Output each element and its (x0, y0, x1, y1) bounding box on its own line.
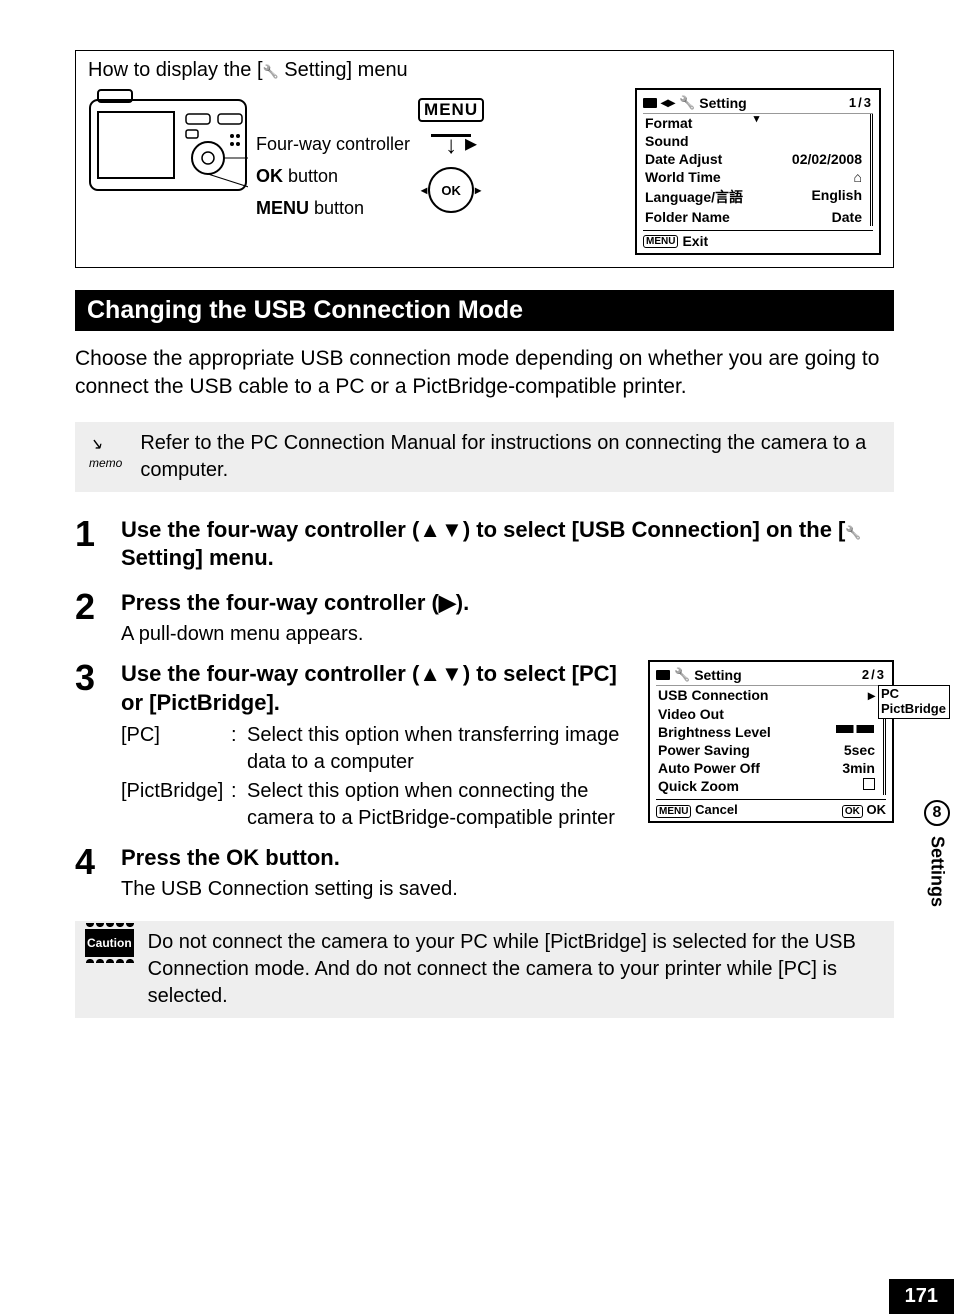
home-icon (854, 169, 862, 185)
checkbox-icon (863, 778, 875, 790)
chapter-number: 8 (924, 800, 950, 826)
step-3-head: Use the four-way controller (▲▼) to sele… (121, 660, 634, 717)
label-ok-bold: OK (256, 166, 283, 186)
lcd1-exit-text: Exit (682, 233, 708, 249)
lcd-screen-setting-2: Setting 2/3 USB Connection ▸ PC PictBrid… (648, 660, 894, 823)
def-pictbridge: [PictBridge] : Select this option when c… (121, 778, 634, 832)
caution-note: Caution Do not connect the camera to you… (75, 921, 894, 1018)
step-1-head: Use the four-way controller (▲▼) to sele… (121, 516, 894, 573)
label-ok-rest: button (283, 166, 338, 186)
lcd2-row-zoom: Quick Zoom (658, 778, 739, 794)
lcd1-row-sound: Sound (645, 133, 689, 149)
chapter-label: Settings (927, 836, 948, 907)
menu-button-icon: MENU (418, 98, 484, 122)
lcd2-row-brightness: Brightness Level (658, 724, 771, 740)
step-1: 1 Use the four-way controller (▲▼) to se… (75, 516, 894, 577)
lcd1-lang-value: English (811, 187, 862, 207)
usb-opt-pictbridge: PictBridge (881, 701, 947, 716)
label-menu-bold: MENU (256, 198, 309, 218)
caution-icon: Caution (85, 929, 134, 957)
page: How to display the [ Setting] menu (0, 0, 954, 1018)
wrench-icon (845, 517, 861, 542)
ok-circle-text: OK (441, 183, 461, 198)
lcd1-date-value: 02/02/2008 (792, 151, 862, 167)
section-heading: Changing the USB Connection Mode (75, 290, 894, 331)
howto-title-pre: How to display the [ (88, 59, 263, 81)
caution-text: Do not connect the camera to your PC whi… (148, 929, 884, 1010)
lcd1-title: Setting (699, 95, 746, 111)
chapter-tab: 8 Settings (920, 800, 954, 1020)
step-4-head: Press the OK button. (121, 844, 894, 873)
intro-paragraph: Choose the appropriate USB connection mo… (75, 345, 894, 402)
camera-labels: Four-way controller OK button MENU butto… (256, 88, 410, 224)
ok-button-icon: OK (428, 167, 474, 213)
step-4-sub: The USB Connection setting is saved. (121, 876, 894, 903)
lcd1-row-format: Format (645, 115, 692, 131)
howto-title-post: Setting] menu (279, 59, 408, 81)
usb-opt-pc: PC (881, 686, 947, 701)
lcd2-row-powersave: Power Saving (658, 742, 750, 758)
wrench-icon (679, 94, 695, 111)
lcd2-title: Setting (694, 667, 741, 683)
lcd1-row-folder: Folder Name (645, 209, 730, 225)
step-2-head: Press the four-way controller (▶). (121, 589, 894, 618)
label-menu-rest: button (309, 198, 364, 218)
down-indicator-icon: ▾ (754, 112, 760, 125)
step-1-number: 1 (75, 516, 105, 577)
usb-dropdown: PC PictBridge (878, 685, 950, 719)
lcd1-row-worldtime: World Time (645, 169, 721, 185)
lcd2-row-autopower: Auto Power Off (658, 760, 760, 776)
lcd2-ok-key: OK (842, 805, 863, 818)
lcd2-cancel-key: MENU (656, 805, 691, 818)
memo-note: ↘memo Refer to the PC Connection Manual … (75, 422, 894, 492)
memo-text: Refer to the PC Connection Manual for in… (140, 430, 884, 484)
lcd1-row-date: Date Adjust (645, 151, 722, 167)
step-4: 4 Press the OK button. The USB Connectio… (75, 844, 894, 904)
camera-back-illustration (88, 88, 248, 208)
lcd2-page: 2/3 (862, 667, 886, 682)
nav-arrows-icon: ◂▸ (661, 94, 675, 111)
step-2-number: 2 (75, 589, 105, 649)
step-2-sub: A pull-down menu appears. (121, 621, 894, 648)
howto-title: How to display the [ Setting] menu (88, 59, 881, 82)
arrow-down-icon: ↓▸ (418, 132, 484, 137)
step-2: 2 Press the four-way controller (▶). A p… (75, 589, 894, 649)
lcd1-row-language: Language/言語 (645, 187, 743, 207)
lcd1-page: 1/3 (849, 95, 873, 110)
lcd1-folder-value: Date (832, 209, 862, 225)
lcd-screen-setting-1: ◂▸ Setting 1/3 ▾ Format Sound Date Adjus… (635, 88, 881, 255)
wrench-icon (263, 59, 279, 81)
wrench-icon (674, 666, 690, 683)
camera-mode-icon (643, 98, 657, 108)
page-number: 171 (889, 1279, 954, 1314)
lcd2-ok-text: OK (867, 802, 887, 817)
lcd2-row-usb: USB Connection (658, 687, 768, 704)
def-pc: [PC] : Select this option when transferr… (121, 722, 634, 776)
camera-mode-icon (656, 670, 670, 680)
lcd2-cancel-text: Cancel (695, 802, 738, 817)
step-3-number: 3 (75, 660, 105, 831)
lcd2-row-video: Video Out (658, 706, 724, 722)
memo-icon: ↘memo (85, 430, 126, 476)
step-3: 3 Use the four-way controller (▲▼) to se… (75, 660, 894, 831)
label-fourway: Four-way controller (256, 134, 410, 154)
lcd1-exit-key: MENU (643, 235, 678, 248)
step-4-number: 4 (75, 844, 105, 904)
howto-box: How to display the [ Setting] menu (75, 50, 894, 268)
button-sequence: MENU ↓▸ OK (418, 88, 484, 213)
brightness-slider-icon (835, 724, 875, 734)
